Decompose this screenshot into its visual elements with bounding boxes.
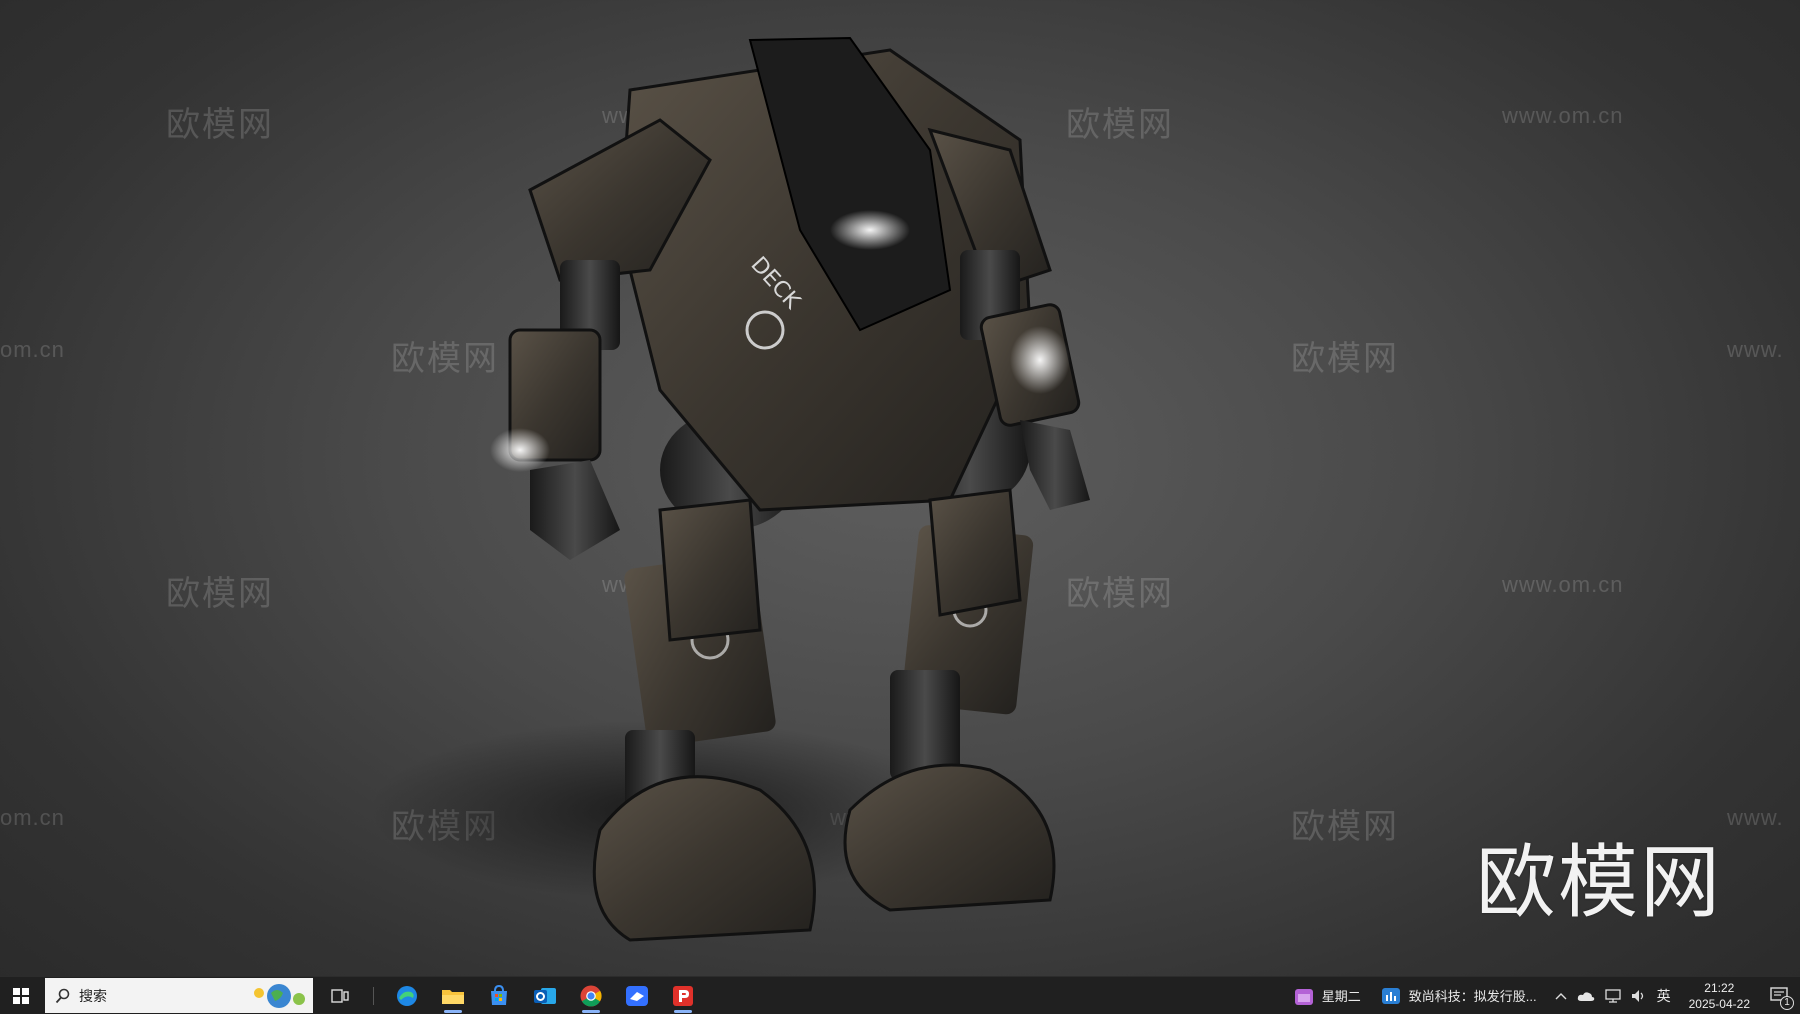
microsoft-store-button[interactable]	[476, 977, 522, 1014]
watermark-url-partial: om.cn	[0, 805, 65, 830]
notification-count-badge: 1	[1780, 996, 1794, 1010]
file-explorer-icon	[442, 989, 464, 1004]
edge-icon	[397, 985, 417, 1006]
model-viewport[interactable]: 欧模网 www.om.cn 欧模网 www.om.cn om.cn 欧模网 ww…	[0, 0, 1800, 976]
taskbar-separator	[373, 986, 374, 1005]
watermark-cn: 欧模网	[1291, 340, 1399, 378]
watermark-cn: 欧模网	[166, 575, 274, 613]
system-tray: 英	[1547, 977, 1679, 1014]
outlook-icon	[534, 987, 556, 1004]
wps-presentation-icon	[673, 985, 693, 1006]
widget-day-label: 星期二	[1321, 989, 1361, 1004]
task-view-icon	[331, 988, 349, 1003]
task-view-button[interactable]	[317, 977, 363, 1014]
watermark-url: www.om.cn	[1502, 572, 1624, 597]
feishu-button[interactable]	[614, 977, 660, 1014]
feishu-icon	[626, 985, 648, 1006]
windows-logo-icon	[13, 987, 29, 1004]
stock-news-icon	[1381, 987, 1400, 1004]
network-icon[interactable]	[1604, 988, 1621, 1003]
left-arm	[490, 260, 620, 560]
taskbar: 搜索 星期二 致尚科技：拟发行股... 英 21:22 2025-04-22 1	[0, 976, 1800, 1014]
brand-logo: 欧模网	[1476, 838, 1722, 927]
chrome-button[interactable]	[568, 977, 614, 1014]
notification-center-button[interactable]: 1	[1760, 977, 1800, 1014]
calendar-widget[interactable]: 星期二	[1284, 977, 1371, 1014]
volume-icon[interactable]	[1631, 989, 1647, 1003]
clock[interactable]: 21:22 2025-04-22	[1679, 980, 1760, 1012]
news-headline: 致尚科技：拟发行股...	[1408, 989, 1537, 1004]
edge-button[interactable]	[384, 977, 430, 1014]
clock-date: 2025-04-22	[1688, 996, 1750, 1011]
search-highlight-globe-icon	[254, 984, 305, 1008]
calendar-icon	[1294, 988, 1313, 1005]
start-button[interactable]	[0, 977, 42, 1014]
input-method-indicator[interactable]: 英	[1657, 986, 1671, 1006]
chrome-icon	[580, 985, 602, 1007]
microsoft-store-icon	[491, 984, 507, 1005]
onedrive-cloud-icon[interactable]	[1577, 990, 1595, 1002]
watermark-url-lead: www.	[1727, 337, 1784, 362]
mech-robot-model[interactable]: DECK	[330, 30, 1290, 976]
watermark-cn: 欧模网	[166, 106, 274, 144]
news-widget[interactable]: 致尚科技：拟发行股...	[1371, 977, 1547, 1014]
search-icon	[55, 988, 70, 1003]
file-explorer-button[interactable]	[430, 977, 476, 1014]
search-placeholder: 搜索	[79, 987, 107, 1004]
watermark-url-partial: om.cn	[0, 337, 65, 362]
outlook-button[interactable]	[522, 977, 568, 1014]
clock-time: 21:22	[1704, 980, 1735, 995]
chevron-up-icon[interactable]	[1555, 991, 1567, 1001]
watermark-url-lead: www.	[1727, 805, 1784, 830]
wps-presentation-button[interactable]	[660, 977, 706, 1014]
watermark-url: www.om.cn	[1502, 103, 1624, 128]
taskbar-search-box[interactable]: 搜索	[45, 978, 313, 1013]
watermark-cn: 欧模网	[1291, 808, 1399, 846]
